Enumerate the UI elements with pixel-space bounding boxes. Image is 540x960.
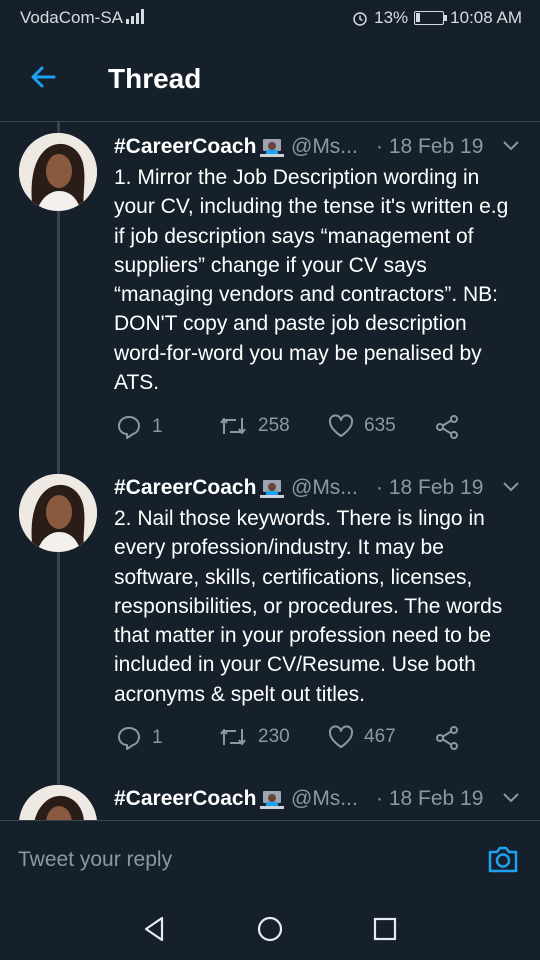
nav-recents-icon[interactable] [370,914,400,944]
avatar[interactable] [19,133,97,211]
system-nav-bar [0,900,540,960]
like-count: 467 [364,726,396,747]
tweet-header: #CareerCoach @Ms... · 18 Feb 19 [114,474,524,506]
tweet[interactable]: #CareerCoach @Ms... · 18 Feb 19 [0,785,540,820]
nav-back-icon[interactable] [140,914,170,944]
tweet-date[interactable]: · 18 Feb 19 [376,787,483,811]
chevron-down-icon[interactable] [502,480,520,492]
technologist-emoji-icon [260,480,284,498]
battery-percent: 13% [374,8,409,27]
chevron-down-icon[interactable] [502,139,520,151]
avatar[interactable] [19,474,97,552]
share-icon [436,415,458,439]
page-title: Thread [108,63,202,94]
reply-input[interactable]: Tweet your reply [18,848,172,872]
tweet-header: #CareerCoach @Ms... · 18 Feb 19 [114,133,524,165]
share-button[interactable] [434,414,460,440]
retweet-count: 230 [258,726,290,747]
tweet-text: 2. Nail those keywords. There is lingo i… [114,507,503,706]
like-button[interactable]: 467 [328,725,396,749]
like-button[interactable]: 635 [328,414,396,438]
back-arrow-icon[interactable] [28,62,58,92]
reply-count: 1 [152,416,163,437]
signal-icon [126,9,144,24]
technologist-emoji-icon [260,139,284,157]
thread-header: Thread [0,36,540,122]
reply-bar: Tweet your reply [0,820,540,900]
clock: 10:08 AM [450,8,522,27]
share-button[interactable] [434,725,460,751]
reply-icon [118,727,140,750]
technologist-emoji-icon [260,791,284,809]
status-right: 13% 10:08 AM [352,8,522,28]
tweet-actions: 1 230 467 [116,725,496,755]
alarm-icon [353,12,367,26]
like-icon [328,414,354,437]
tweet-text: 1. Mirror the Job Description wording in… [114,166,509,395]
tweet-date[interactable]: · 18 Feb 19 [376,135,483,159]
status-bar: VodaCom-SA 13% 10:08 AM [0,0,540,36]
tweet-header: #CareerCoach @Ms... · 18 Feb 19 [114,785,524,817]
author-handle[interactable]: @Ms... [291,787,358,811]
camera-icon[interactable] [486,843,520,875]
retweet-button[interactable]: 258 [218,414,290,438]
tweet-actions: 1 258 635 [116,414,496,444]
battery-icon [414,11,448,25]
retweet-button[interactable]: 230 [218,725,290,749]
author-handle[interactable]: @Ms... [291,476,358,500]
avatar[interactable] [19,785,97,820]
retweet-count: 258 [258,415,290,436]
carrier-name: VodaCom-SA [20,8,123,27]
author-handle[interactable]: @Ms... [291,135,358,159]
reply-button[interactable]: 1 [116,414,163,440]
author-name[interactable]: #CareerCoach [114,476,256,500]
tweet[interactable]: #CareerCoach @Ms... · 18 Feb 19 2. Nail … [0,474,540,774]
reply-button[interactable]: 1 [116,725,163,751]
chevron-down-icon[interactable] [502,791,520,803]
retweet-icon [220,729,246,745]
like-icon [328,725,354,748]
reply-icon [118,416,140,439]
author-name[interactable]: #CareerCoach [114,135,256,159]
author-name[interactable]: #CareerCoach [114,787,256,811]
tweet-date[interactable]: · 18 Feb 19 [376,476,483,500]
like-count: 635 [364,415,396,436]
reply-count: 1 [152,727,163,748]
thread-feed[interactable]: #CareerCoach @Ms... · 18 Feb 19 1. Mirro… [0,122,540,820]
share-icon [436,726,458,750]
retweet-icon [220,418,246,434]
nav-home-icon[interactable] [255,914,285,944]
tweet[interactable]: #CareerCoach @Ms... · 18 Feb 19 1. Mirro… [0,133,540,468]
